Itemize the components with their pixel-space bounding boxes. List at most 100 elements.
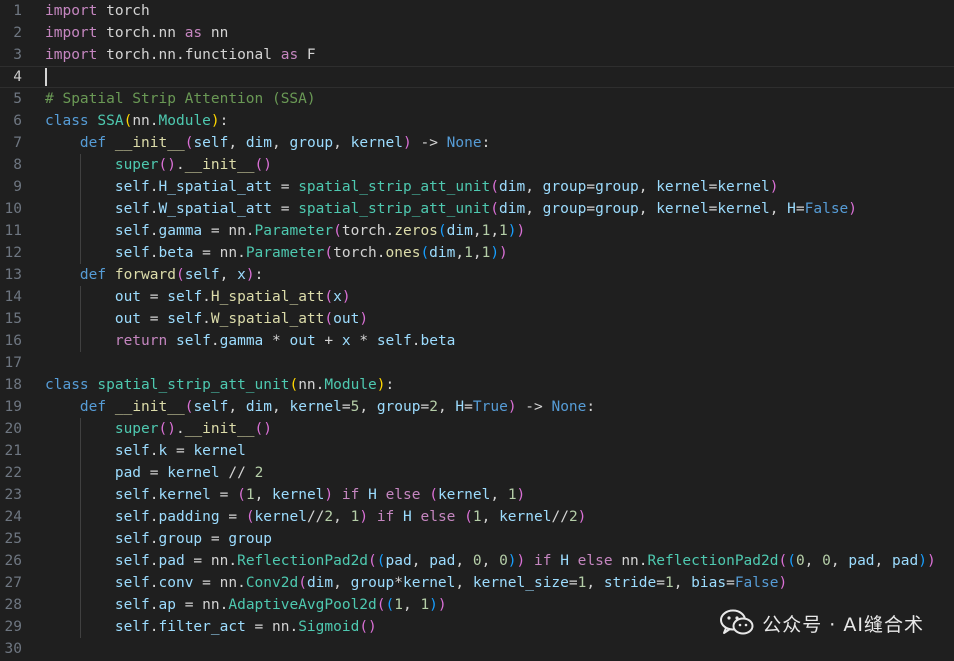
code-line[interactable]: 30 bbox=[0, 638, 954, 660]
code-line[interactable]: 11 self.gamma = nn.Parameter(torch.zeros… bbox=[0, 220, 954, 242]
line-code: self.H_spatial_att = spatial_strip_att_u… bbox=[45, 176, 779, 198]
code-token: self bbox=[167, 311, 203, 327]
code-token: ( bbox=[324, 245, 334, 261]
code-token: self bbox=[376, 333, 412, 349]
code-token: dim bbox=[499, 179, 526, 195]
code-token: ( bbox=[245, 509, 255, 525]
code-token: , bbox=[525, 201, 543, 217]
code-token: // bbox=[219, 465, 255, 481]
code-line[interactable]: 16 return self.gamma * out + x * self.be… bbox=[0, 330, 954, 352]
code-token: gamma bbox=[219, 333, 264, 349]
code-token: if bbox=[376, 509, 395, 525]
code-line[interactable]: 14 out = self.H_spatial_att(x) bbox=[0, 286, 954, 308]
code-token: def bbox=[79, 399, 107, 415]
code-token: 0 bbox=[822, 553, 831, 569]
code-token: = bbox=[167, 443, 194, 459]
code-line[interactable]: 10 self.W_spatial_att = spatial_strip_at… bbox=[0, 198, 954, 220]
code-token: super bbox=[114, 157, 159, 173]
code-line[interactable]: 13 def forward(self, x): bbox=[0, 264, 954, 286]
code-token: True bbox=[472, 399, 508, 415]
code-token: dim bbox=[245, 399, 273, 415]
code-token: None bbox=[446, 135, 482, 151]
code-token: 2 bbox=[324, 509, 334, 525]
code-line[interactable]: 9 self.H_spatial_att = spatial_strip_att… bbox=[0, 176, 954, 198]
code-token: ) bbox=[778, 575, 788, 591]
line-code: self.kernel = (1, kernel) if H else (ker… bbox=[45, 484, 525, 506]
code-token: ) bbox=[167, 421, 176, 437]
code-token: , bbox=[254, 487, 273, 503]
code-token: ) bbox=[507, 553, 517, 569]
code-line[interactable]: 15 out = self.W_spatial_att(out) bbox=[0, 308, 954, 330]
code-token: spatial_strip_att_unit bbox=[298, 201, 491, 217]
code-line[interactable]: 7 def __init__(self, dim, group, kernel)… bbox=[0, 132, 954, 154]
code-token: , bbox=[490, 487, 508, 503]
code-token: ( bbox=[385, 597, 395, 613]
code-token: ( bbox=[298, 575, 307, 591]
code-token: = bbox=[272, 201, 299, 217]
code-line[interactable]: 17 bbox=[0, 352, 954, 374]
code-line[interactable]: 3 import torch.nn.functional as F bbox=[0, 44, 954, 66]
code-line[interactable]: 21 self.k = kernel bbox=[0, 440, 954, 462]
code-token: : bbox=[385, 377, 395, 393]
line-number: 8 bbox=[13, 157, 22, 173]
code-line[interactable]: 4 bbox=[0, 66, 954, 88]
code-token: , bbox=[769, 201, 788, 217]
code-line[interactable]: 2 import torch.nn as nn bbox=[0, 22, 954, 44]
code-line[interactable]: 1 import torch bbox=[0, 0, 954, 22]
code-line[interactable]: 25 self.group = group bbox=[0, 528, 954, 550]
code-token: conv bbox=[158, 575, 194, 591]
code-token: self bbox=[114, 487, 150, 503]
code-token: ) bbox=[359, 311, 369, 327]
code-token: def bbox=[79, 135, 107, 151]
code-token: ReflectionPad2d bbox=[647, 553, 779, 569]
code-token: = bbox=[141, 311, 168, 327]
code-token: = nn. bbox=[193, 245, 246, 261]
code-token: 1 bbox=[664, 575, 674, 591]
code-line[interactable]: 19 def __init__(self, dim, kernel=5, gro… bbox=[0, 396, 954, 418]
code-token: kernel bbox=[193, 443, 246, 459]
code-token: 1 bbox=[481, 245, 491, 261]
code-token: = nn. bbox=[202, 223, 255, 239]
code-token: gamma bbox=[158, 223, 203, 239]
code-line[interactable]: 12 self.beta = nn.Parameter(torch.ones(d… bbox=[0, 242, 954, 264]
code-line[interactable]: 8 super().__init__() bbox=[0, 154, 954, 176]
code-line[interactable]: 6 class SSA(nn.Module): bbox=[0, 110, 954, 132]
code-token: kernel bbox=[656, 179, 709, 195]
code-lines[interactable]: 1 import torch 2 import torch.nn as nn 3 impo… bbox=[0, 0, 954, 660]
code-token: 1 bbox=[464, 245, 473, 261]
code-line[interactable]: 24 self.padding = (kernel//2, 1) if H el… bbox=[0, 506, 954, 528]
line-code: self.conv = nn.Conv2d(dim, group*kernel,… bbox=[45, 572, 787, 594]
line-code: # Spatial Strip Attention (SSA) bbox=[45, 88, 316, 110]
code-token: 0 bbox=[499, 553, 508, 569]
code-line[interactable]: 18 class spatial_strip_att_unit(nn.Module… bbox=[0, 374, 954, 396]
code-line[interactable]: 20 super().__init__() bbox=[0, 418, 954, 440]
code-token: group bbox=[595, 201, 639, 217]
code-line[interactable]: 22 pad = kernel // 2 bbox=[0, 462, 954, 484]
code-token: self bbox=[175, 333, 211, 349]
code-token: W_spatial_att bbox=[210, 311, 325, 327]
code-token: ReflectionPad2d bbox=[237, 553, 369, 569]
code-line[interactable]: 27 self.conv = nn.Conv2d(dim, group*kern… bbox=[0, 572, 954, 594]
code-token: dim bbox=[499, 201, 526, 217]
code-token: = bbox=[141, 289, 168, 305]
line-code: self.ap = nn.AdaptiveAvgPool2d((1, 1)) bbox=[45, 594, 447, 616]
code-token: kernel bbox=[437, 487, 491, 503]
code-token: x bbox=[341, 333, 351, 349]
code-editor[interactable]: 1 import torch 2 import torch.nn as nn 3 impo… bbox=[0, 0, 954, 661]
code-line[interactable]: 23 self.kernel = (1, kernel) if H else (… bbox=[0, 484, 954, 506]
code-token: 1 bbox=[420, 597, 430, 613]
code-token: , bbox=[272, 399, 290, 415]
code-line[interactable]: 5 # Spatial Strip Attention (SSA) bbox=[0, 88, 954, 110]
code-token: = bbox=[656, 575, 665, 591]
line-code: class SSA(nn.Module): bbox=[45, 110, 228, 132]
code-token: , bbox=[481, 509, 500, 525]
line-code: return self.gamma * out + x * self.beta bbox=[45, 330, 456, 352]
code-token: H bbox=[787, 201, 796, 217]
code-line[interactable]: 26 self.pad = nn.ReflectionPad2d((pad, p… bbox=[0, 550, 954, 572]
